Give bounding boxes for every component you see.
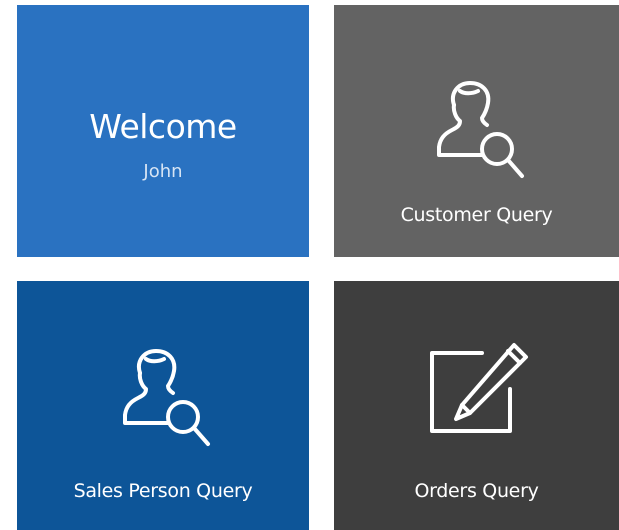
welcome-tile: Welcome John: [17, 5, 309, 257]
sales-person-query-label: Sales Person Query: [73, 480, 253, 502]
user-search-icon: [17, 331, 309, 465]
edit-pencil-icon: [334, 339, 619, 443]
user-search-icon: [334, 63, 619, 197]
sales-person-query-tile[interactable]: Sales Person Query: [17, 281, 309, 530]
customer-query-tile[interactable]: Customer Query: [334, 5, 619, 257]
orders-query-label: Orders Query: [414, 480, 539, 502]
orders-query-tile[interactable]: Orders Query: [334, 281, 619, 530]
welcome-title: Welcome: [89, 107, 237, 146]
welcome-user-name: John: [143, 161, 183, 182]
customer-query-label: Customer Query: [400, 204, 553, 226]
